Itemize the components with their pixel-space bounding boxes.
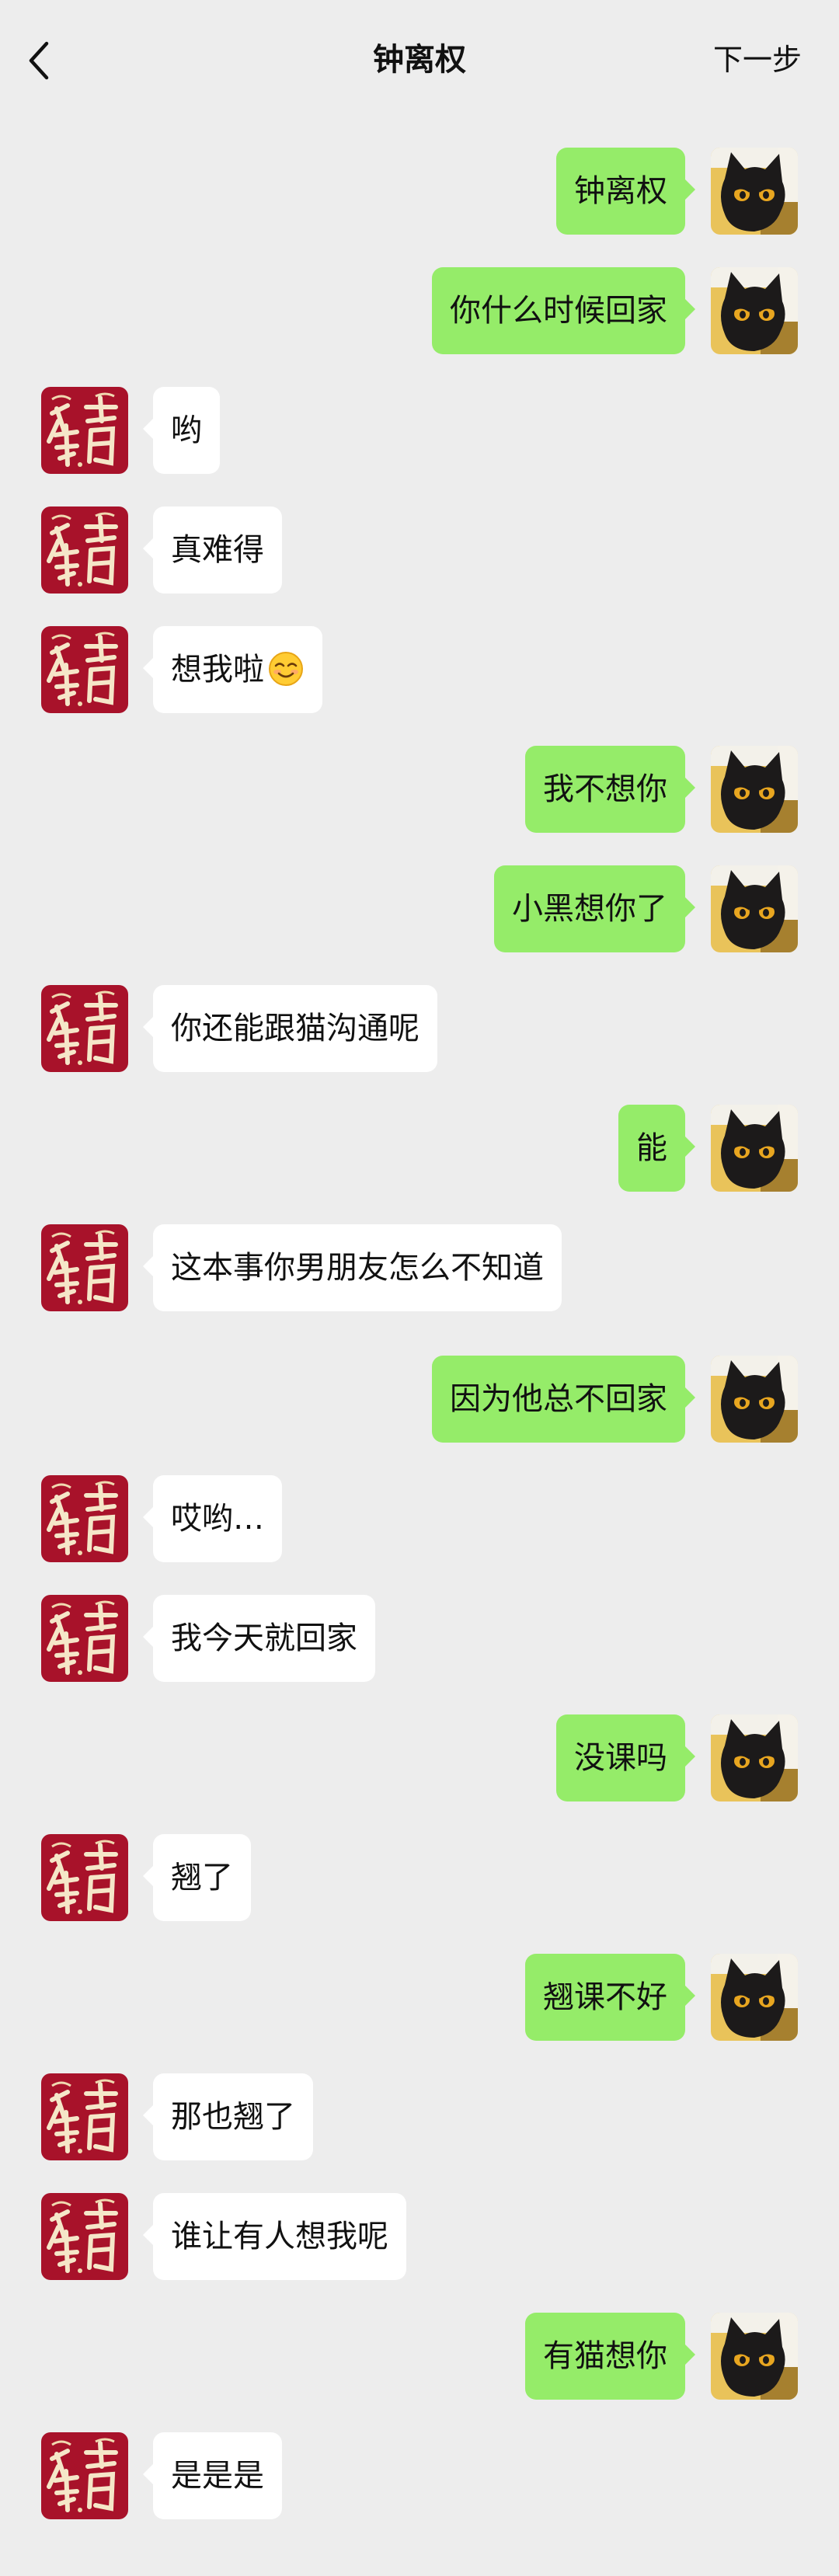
message-bubble[interactable]: 小黑想你了 [494, 865, 695, 952]
message-bubble[interactable]: 哟 [143, 387, 220, 474]
my-avatar-cat[interactable] [711, 1714, 798, 1801]
message-text: 是是是 [171, 2458, 264, 2494]
contact-avatar[interactable] [41, 1834, 128, 1921]
message-bubble[interactable]: 能 [618, 1105, 695, 1192]
message-bubble[interactable]: 翘了 [143, 1834, 251, 1921]
message-bubble[interactable]: 哎哟… [143, 1475, 282, 1562]
contact-avatar[interactable] [41, 985, 128, 1072]
received-message-row: 真难得 [0, 506, 839, 594]
sent-message-row: 因为他总不回家 [0, 1356, 839, 1443]
received-message-row: 那也翘了 [0, 2073, 839, 2160]
message-bubble[interactable]: 你还能跟猫沟通呢 [143, 985, 437, 1072]
contact-avatar[interactable] [41, 626, 128, 713]
message-text: 哎哟… [171, 1501, 264, 1537]
sent-message-row: 你什么时候回家 [0, 267, 839, 354]
message-bubble[interactable]: 钟离权 [556, 148, 695, 235]
message-text: 谁让有人想我呢 [171, 2219, 388, 2254]
contact-avatar[interactable] [41, 387, 128, 474]
message-bubble[interactable]: 你什么时候回家 [432, 267, 695, 354]
my-avatar-cat[interactable] [711, 1105, 798, 1192]
message-text: 翘了 [171, 1860, 233, 1895]
message-bubble[interactable]: 因为他总不回家 [432, 1356, 695, 1443]
message-bubble[interactable]: 这本事你男朋友怎么不知道 [143, 1224, 562, 1311]
message-text: 想我啦 [171, 652, 264, 688]
my-avatar-cat[interactable] [711, 1954, 798, 2041]
next-step-button[interactable]: 下一步 [713, 34, 802, 85]
message-text: 有猫想你 [543, 2338, 667, 2374]
received-message-row: 想我啦 [0, 626, 839, 713]
message-bubble[interactable]: 我今天就回家 [143, 1595, 375, 1682]
sent-message-row: 有猫想你 [0, 2313, 839, 2400]
contact-avatar[interactable] [41, 2193, 128, 2280]
contact-avatar[interactable] [41, 1224, 128, 1311]
message-bubble[interactable]: 那也翘了 [143, 2073, 313, 2160]
message-text: 因为他总不回家 [450, 1381, 667, 1417]
smiling-face-emoji-icon [267, 650, 305, 688]
my-avatar-cat[interactable] [711, 865, 798, 952]
message-bubble[interactable]: 想我啦 [143, 626, 322, 713]
received-message-row: 你还能跟猫沟通呢 [0, 985, 839, 1072]
contact-avatar[interactable] [41, 2432, 128, 2519]
message-text: 翘课不好 [543, 1979, 667, 2015]
sent-message-row: 翘课不好 [0, 1954, 839, 2041]
received-message-row: 是是是 [0, 2432, 839, 2519]
my-avatar-cat[interactable] [711, 2313, 798, 2400]
message-bubble[interactable]: 是是是 [143, 2432, 282, 2519]
message-text: 真难得 [171, 532, 264, 568]
message-text: 钟离权 [574, 173, 667, 209]
contact-avatar[interactable] [41, 1595, 128, 1682]
received-message-row: 哟 [0, 387, 839, 474]
message-bubble[interactable]: 谁让有人想我呢 [143, 2193, 406, 2280]
message-bubble[interactable]: 有猫想你 [525, 2313, 695, 2400]
message-text: 能 [636, 1130, 667, 1166]
message-bubble[interactable]: 真难得 [143, 506, 282, 594]
message-text: 你还能跟猫沟通呢 [171, 1011, 420, 1046]
my-avatar-cat[interactable] [711, 746, 798, 833]
my-avatar-cat[interactable] [711, 148, 798, 235]
received-message-row: 翘了 [0, 1834, 839, 1921]
message-text: 这本事你男朋友怎么不知道 [171, 1250, 544, 1286]
message-text: 那也翘了 [171, 2099, 295, 2135]
message-bubble[interactable]: 我不想你 [525, 746, 695, 833]
message-bubble[interactable]: 没课吗 [556, 1714, 695, 1801]
contact-avatar[interactable] [41, 1475, 128, 1562]
received-message-row: 哎哟… [0, 1475, 839, 1562]
sent-message-row: 我不想你 [0, 746, 839, 833]
received-message-row: 我今天就回家 [0, 1595, 839, 1682]
my-avatar-cat[interactable] [711, 267, 798, 354]
contact-avatar[interactable] [41, 2073, 128, 2160]
received-message-row: 这本事你男朋友怎么不知道 [0, 1224, 839, 1311]
contact-avatar[interactable] [41, 506, 128, 594]
sent-message-row: 小黑想你了 [0, 865, 839, 952]
my-avatar-cat[interactable] [711, 1356, 798, 1443]
message-text: 我不想你 [543, 771, 667, 807]
sent-message-row: 能 [0, 1105, 839, 1192]
sent-message-row: 没课吗 [0, 1714, 839, 1801]
message-bubble[interactable]: 翘课不好 [525, 1954, 695, 2041]
message-text: 没课吗 [574, 1740, 667, 1776]
message-text: 小黑想你了 [512, 891, 667, 927]
message-text: 我今天就回家 [171, 1620, 357, 1656]
message-text: 你什么时候回家 [450, 293, 667, 329]
sent-message-row: 钟离权 [0, 148, 839, 235]
message-text: 哟 [171, 413, 202, 448]
received-message-row: 谁让有人想我呢 [0, 2193, 839, 2280]
top-bar: 钟离权 下一步 [0, 0, 839, 117]
